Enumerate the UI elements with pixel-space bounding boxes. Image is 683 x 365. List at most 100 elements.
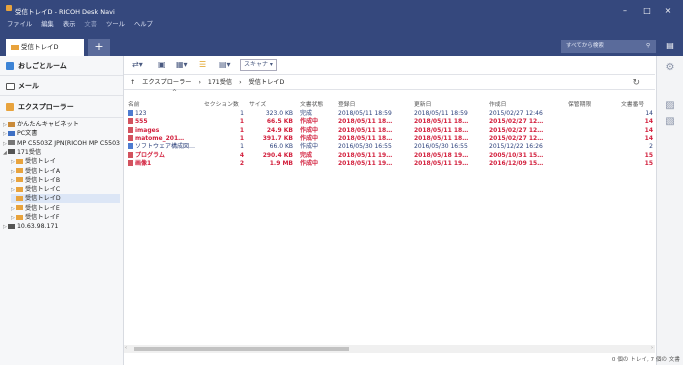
scroll-left-icon[interactable]: ‹ [125,345,127,351]
menu-bar: ファイル 編集 表示 文書 ツール ヘルプ [7,19,160,28]
horizontal-scrollbar[interactable]: ‹ › [124,345,655,353]
menu-edit[interactable]: 編集 [41,21,54,28]
tab-bar: 受信トレイD + すべてから検索 ⚲ ▤ [0,36,683,56]
tree-item[interactable]: 受信トレイD [11,194,120,204]
tree-item-label: 受信トレイ [25,158,56,166]
search-icon[interactable]: ⚲ [646,40,650,53]
folder-icon [6,103,14,111]
list-view-icon[interactable]: ☰ [199,60,206,69]
menu-document[interactable]: 文書 [84,21,97,28]
breadcrumb-separator: › [198,79,201,86]
window-title: 受信トレイD - RICOH Desk Navi [15,8,115,16]
tree-item[interactable]: ▷ 受信トレイ [11,157,120,166]
column-header-size[interactable]: サイズ [249,99,266,108]
tree-item-label: 受信トレイC [25,186,61,194]
tray-icon [16,205,23,211]
breadcrumb-inbox-d[interactable]: 受信トレイD [249,79,285,86]
search-placeholder: すべてから検索 [566,43,604,49]
column-header-expiry[interactable]: 保管期限 [568,99,591,108]
tree-item-label: 10.63.98.171 [17,223,59,231]
column-header-sections[interactable]: セクション数 [204,99,239,108]
tree-item[interactable]: ▷ 受信トレイF [11,213,120,222]
tree-item[interactable]: ▷ 受信トレイE [11,204,120,213]
column-header-status[interactable]: 文書状態 [300,99,323,108]
tree-item-label: MP C5503Z JPN(RICOH MP C5503Z JPN) [17,139,120,147]
toolbar: ⇄▾ ▣ ▦▾ ☰ ▤▾ スキャナ ▾ [124,56,655,74]
scanner-dropdown[interactable]: スキャナ ▾ [240,59,277,71]
tree-item[interactable]: ▷ 10.63.98.171 [3,222,120,231]
tree-item-label: PC文書 [17,130,38,138]
server-icon [8,149,15,155]
explorer-item[interactable]: エクスプローラー [0,96,123,118]
mail-label: メール [18,82,39,90]
cell-registered: 2018/05/11 19… [338,159,393,167]
column-header-registered[interactable]: 登録日 [338,99,355,108]
document-icon [128,159,133,166]
tree-item[interactable]: ▷ かんたんキャビネット [3,120,120,129]
document-icon [128,110,133,116]
settings-icon[interactable]: ⚙ [664,62,676,74]
tree-item[interactable]: ◢ 171受信 [3,148,120,157]
scroll-right-icon[interactable]: › [651,345,653,351]
menu-tools[interactable]: ツール [106,21,125,28]
menu-view[interactable]: 表示 [63,21,76,28]
calendar-icon[interactable]: ▤▾ [219,60,231,69]
grid-view-icon[interactable]: ▦▾ [176,60,188,69]
document-name: 画像1 [135,159,152,167]
image-icon[interactable]: ▨ [664,100,676,112]
tree-item[interactable]: ▷ 受信トレイC [11,185,120,194]
cell-sections: 2 [239,159,244,167]
menu-file[interactable]: ファイル [7,21,32,28]
tree-item-label: 受信トレイD [25,195,61,203]
cell-size: 1.9 MB [269,159,293,167]
scanner-label: スキャナ [244,61,269,68]
document-name: matome_201… [135,134,185,142]
server-icon [8,223,15,229]
tree-item[interactable]: ▷ 受信トレイA [11,167,120,176]
cabinet-icon [8,121,15,127]
favorites-room-item[interactable]: おしごとルーム [0,56,123,76]
add-tab-button[interactable]: + [88,39,110,56]
tab-inbox-d[interactable]: 受信トレイD [6,39,84,56]
column-header-updated[interactable]: 更新日 [414,99,431,108]
breadcrumb: ↑ エクスプローラー › 171受信 › 受信トレイD ↻ [124,74,655,90]
breadcrumb-171[interactable]: 171受信 [208,79,232,86]
cell-created: 2016/12/09 15… [489,159,544,167]
send-icon[interactable]: ⇄▾ [132,60,143,69]
tree-item-label: かんたんキャビネット [17,121,79,128]
tray-icon [11,45,19,50]
app-logo-icon [6,5,12,11]
up-arrow-icon[interactable]: ↑ [130,79,135,86]
breadcrumb-explorer[interactable]: エクスプローラー [142,79,191,86]
refresh-icon[interactable]: ↻ [632,75,640,91]
minimize-button[interactable]: – [616,6,634,15]
tray-icon [16,186,23,192]
tree-item-label: 受信トレイF [25,214,60,221]
close-button[interactable]: × [659,6,677,15]
tray-icon [16,168,23,173]
tree-item[interactable]: ▷ 受信トレイB [11,176,120,185]
printer-icon [8,140,15,146]
tray-icon [16,214,23,220]
cell-name: 画像1 [128,159,202,168]
tree-item[interactable]: ▷MP C5503Z JPN(RICOH MP C5503Z JPN) [3,139,120,148]
tray-icon [16,195,23,201]
column-header-created[interactable]: 作成日 [489,99,506,108]
panel-toggle-icon[interactable]: ▤ [664,40,676,52]
document-name: images [135,126,160,134]
menu-help[interactable]: ヘルプ [134,21,153,28]
cell-docno: 15 [644,159,653,167]
column-header-docno[interactable]: 文書番号 [621,99,644,108]
search-input[interactable]: すべてから検索 ⚲ [561,40,656,53]
print-icon[interactable]: ▣ [158,60,166,69]
scroll-thumb[interactable] [134,347,349,351]
mail-item[interactable]: メール [0,76,123,96]
tree-item[interactable]: ▷ PC文書 [3,129,120,138]
document-icon [128,118,133,125]
explorer-label: エクスプローラー [18,103,74,111]
table-row[interactable]: 画像1 2 1.9 MB 作成中 2018/05/11 19… 2018/05/11 19… [124,159,655,168]
preview-icon[interactable]: ▧ [664,116,676,128]
maximize-button[interactable]: □ [638,6,656,15]
title-bar: 受信トレイD - RICOH Desk Navi ファイル 編集 表示 文書 ツ… [0,0,683,36]
column-header-name[interactable]: 名前 [128,99,140,108]
